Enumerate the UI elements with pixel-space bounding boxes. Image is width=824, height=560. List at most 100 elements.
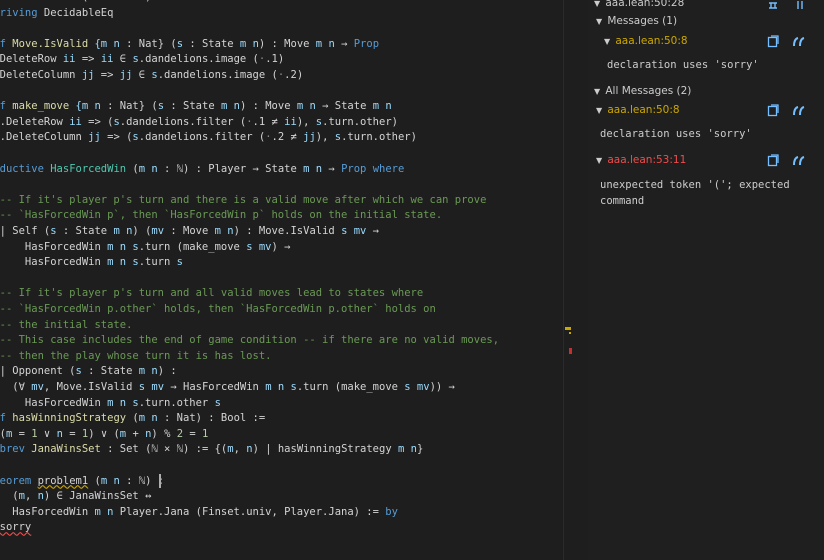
code-token: ∨ <box>37 427 57 440</box>
code-token: ∈ <box>113 53 133 66</box>
code-line[interactable]: -- If it's player p's turn and all valid… <box>0 286 423 302</box>
code-line[interactable]: HasForcedWin m n Player.Jana (Finset.uni… <box>0 505 398 521</box>
code-token: ) % <box>151 427 177 440</box>
text-cursor <box>159 474 161 488</box>
code-token: HasForcedWin <box>24 396 101 409</box>
code-token: = <box>12 427 32 440</box>
code-token: m n s <box>265 381 297 393</box>
code-token: Prop <box>341 162 367 175</box>
code-token: .dandelions.filter ( <box>138 131 266 144</box>
code-line[interactable]: def make_move {m n : Nat} (s : State m n… <box>0 99 392 115</box>
code-token: (m n : Nat) <box>76 0 158 3</box>
code-token: .turn.other <box>138 396 215 409</box>
collapse-triangle-icon[interactable]: ▼ <box>596 13 604 31</box>
code-line[interactable]: def Move.IsValid {m n : Nat} (s : State … <box>0 37 379 53</box>
code-line[interactable]: theorem problem1 (m n : ℕ) : <box>0 474 164 490</box>
code-token: .turn.other) <box>341 131 417 144</box>
collapse-triangle-icon[interactable]: ▼ <box>594 83 602 101</box>
panel-divider[interactable] <box>576 0 588 560</box>
message-location-link[interactable]: aaa.lean:50:8 <box>615 35 687 47</box>
code-line[interactable]: | Self (s : State m n) (mv : Move m n) :… <box>0 224 379 240</box>
code-line[interactable]: inductive HasForcedWin (m n : ℕ) : Playe… <box>0 162 404 178</box>
code-token: m n <box>113 225 133 237</box>
code-token: m n <box>315 37 335 50</box>
messages-section-header[interactable]: ▼ Messages (1) <box>596 12 824 30</box>
code-token: ) : Move.IsValid <box>233 225 342 237</box>
code-token: -- then the play whose turn it is has lo… <box>0 349 272 362</box>
copy-to-comment-icon[interactable] <box>766 153 780 167</box>
code-token: where <box>158 0 190 3</box>
cursor-location-row[interactable]: ▼ aaa.lean:50:28 <box>594 0 824 12</box>
code-token: .2 ≠ <box>271 131 304 144</box>
code-line[interactable]: -- then the play whose turn it is has lo… <box>0 349 271 365</box>
code-token: jj <box>88 131 101 144</box>
code-line[interactable]: DeleteRow ii => ii ∈ s.dandelions.image … <box>0 52 284 68</box>
code-token: s mv <box>138 381 165 393</box>
code-line[interactable]: (m, n) ∈ JanaWinsSet ↔ <box>0 489 151 505</box>
copy-to-comment-icon[interactable] <box>766 34 780 48</box>
code-line[interactable]: -- This case includes the end of game co… <box>0 333 499 349</box>
code-token: {m n <box>94 37 120 50</box>
message-location-link[interactable]: aaa.lean:53:11 <box>607 154 686 166</box>
code-line[interactable]: sorry <box>0 520 31 536</box>
code-line[interactable]: DeleteColumn jj => jj ∈ s.dandelions.ima… <box>0 68 303 84</box>
code-token: | Self ( <box>0 225 51 237</box>
code-token: mv <box>151 225 165 237</box>
collapse-triangle-icon[interactable]: ▼ <box>596 152 604 170</box>
code-line[interactable]: def hasWinningStrategy (m n : Nat) : Boo… <box>0 411 265 427</box>
code-token: ii <box>62 53 76 66</box>
all-messages-section-header[interactable]: ▼ All Messages (2) <box>594 82 824 100</box>
code-line[interactable]: deriving DecidableEq <box>0 6 113 22</box>
code-editor[interactable]: inductive Move (m n : Nat) where deriving… <box>0 0 563 560</box>
code-line[interactable]: .DeleteRow ii => (s.dandelions.filter (·… <box>0 115 398 131</box>
code-token: : Move <box>164 225 215 237</box>
code-token: m n <box>100 474 120 487</box>
code-token: ), <box>296 115 316 128</box>
code-token: ( <box>88 474 101 487</box>
collapse-triangle-icon[interactable]: ▼ <box>596 102 604 120</box>
code-line[interactable]: (m = 1 ∨ n = 1) ∨ (m + n) % 2 = 1 <box>0 427 208 443</box>
editor-scrollbar[interactable] <box>563 0 577 560</box>
code-line[interactable]: .DeleteColumn jj => (s.dandelions.filter… <box>0 130 417 146</box>
code-token: = <box>62 427 82 440</box>
code-token: abbrev <box>0 443 25 456</box>
message-header[interactable]: ▼ aaa.lean:50:8 <box>596 101 824 119</box>
message-header[interactable]: ▼ aaa.lean:50:8 <box>604 32 824 50</box>
message-header[interactable]: ▼ aaa.lean:53:11 <box>596 151 824 169</box>
code-token: ( <box>12 490 19 503</box>
message-text: declaration uses 'sorry' <box>600 128 752 140</box>
quote-icon[interactable] <box>792 153 806 167</box>
code-line[interactable]: -- the initial state. <box>0 318 132 334</box>
code-line[interactable]: -- `HasForcedWin p.other` holds, then `H… <box>0 302 436 318</box>
code-line[interactable]: HasForcedWin m n s.turn (make_move s mv)… <box>0 240 291 256</box>
code-token: Move.IsValid <box>12 37 89 50</box>
code-token: , <box>233 443 247 456</box>
code-line[interactable]: abbrev JanaWinsSet : Set (ℕ × ℕ) := {(m,… <box>0 442 423 458</box>
copy-to-comment-icon[interactable] <box>766 103 780 117</box>
code-line[interactable]: -- `HasForcedWin p`, then `HasForcedWin … <box>0 208 442 224</box>
code-token: : State <box>183 37 240 50</box>
code-token: m n <box>214 225 234 237</box>
code-token: theorem <box>0 474 32 487</box>
code-token: mv <box>31 381 44 393</box>
warning-marker <box>565 327 571 330</box>
code-token: m n <box>397 443 417 456</box>
quote-icon[interactable] <box>792 34 806 48</box>
code-line[interactable]: | Opponent (s : State m n) : <box>0 364 177 380</box>
pin-icon[interactable] <box>766 0 780 10</box>
pause-icon[interactable] <box>793 0 807 10</box>
code-line[interactable]: HasForcedWin m n s.turn.other s <box>0 396 221 412</box>
quote-icon[interactable] <box>792 103 806 117</box>
code-line[interactable]: HasForcedWin m n s.turn s <box>0 255 183 271</box>
code-token: ) : <box>157 365 177 378</box>
code-token: .dandelions.image ( <box>138 53 259 66</box>
message-location-link[interactable]: aaa.lean:50:8 <box>607 104 679 116</box>
code-line[interactable]: (∀ mv, Move.IsValid s mv → HasForcedWin … <box>0 380 455 396</box>
code-token: = <box>183 427 203 440</box>
cursor-location[interactable]: aaa.lean:50:28 <box>605 0 684 9</box>
collapse-triangle-icon[interactable]: ▼ <box>604 33 612 51</box>
code-token: } <box>416 443 424 456</box>
code-line[interactable]: -- If it's player p's turn and there is … <box>0 193 486 209</box>
code-token: m n <box>239 37 259 50</box>
warning-marker <box>569 332 571 334</box>
